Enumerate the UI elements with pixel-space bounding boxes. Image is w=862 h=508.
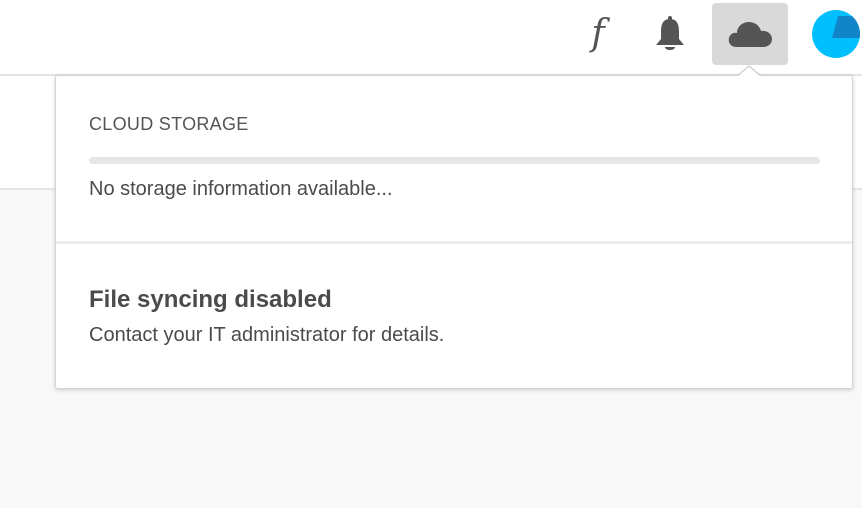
fonts-icon: f <box>591 13 605 54</box>
cloud-storage-popover: CLOUD STORAGE No storage information ava… <box>55 75 853 389</box>
cloud-storage-button[interactable] <box>712 3 788 65</box>
popover-caret <box>737 67 761 77</box>
storage-progress-bar <box>89 157 820 164</box>
cloud-icon <box>728 22 772 47</box>
avatar-image <box>812 10 860 58</box>
storage-heading: CLOUD STORAGE <box>89 114 249 134</box>
storage-section: CLOUD STORAGE No storage information ava… <box>56 76 852 244</box>
bell-icon <box>656 16 684 50</box>
notifications-button[interactable] <box>632 3 708 65</box>
fonts-button[interactable]: f <box>560 3 636 65</box>
sync-status-title: File syncing disabled <box>89 286 332 313</box>
sync-status-description: Contact your IT administrator for detail… <box>89 324 445 346</box>
storage-message: No storage information available... <box>89 178 393 200</box>
avatar[interactable] <box>812 10 860 58</box>
